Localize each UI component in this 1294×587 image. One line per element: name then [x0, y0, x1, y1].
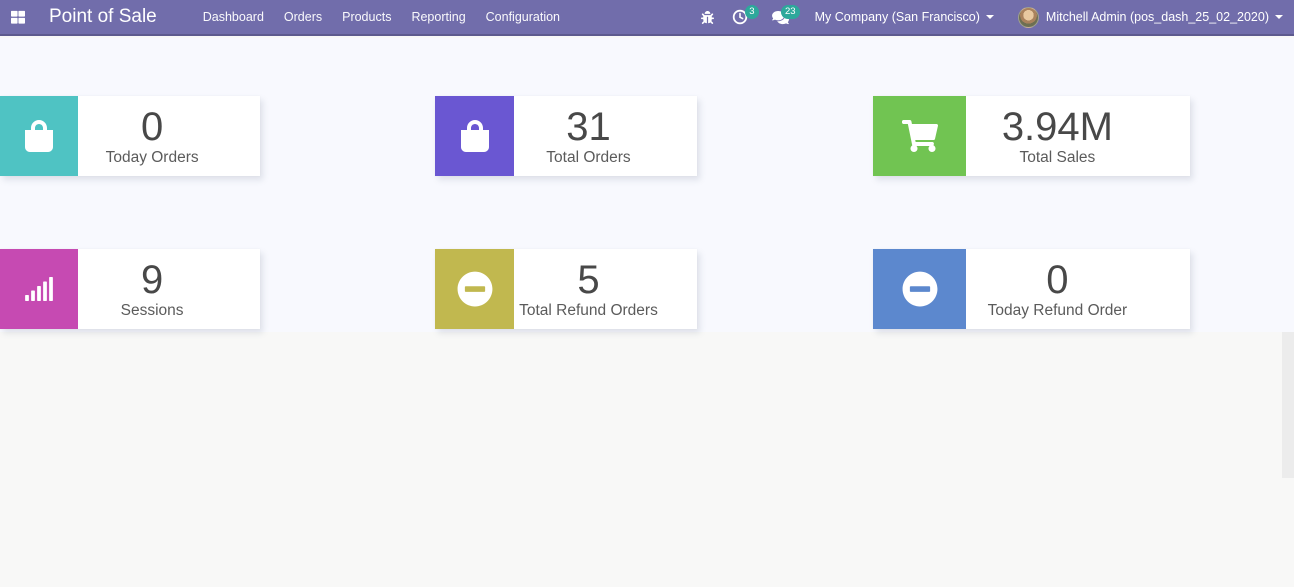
user-name: Mitchell Admin (pos_dash_25_02_2020) [1045, 10, 1269, 24]
shopping-bag-icon [0, 96, 78, 176]
shopping-cart-icon [873, 96, 966, 176]
kpi-card-total-sales[interactable]: 3.94M Total Sales [873, 96, 1190, 176]
kpi-value: 5 [577, 257, 600, 302]
kpi-card-total-orders[interactable]: 31 Total Orders [435, 96, 697, 176]
kpi-card-today-refund-order[interactable]: 0 Today Refund Order [873, 249, 1190, 329]
company-name: My Company (San Francisco) [814, 10, 980, 24]
bug-icon [700, 10, 714, 24]
minus-circle-icon [873, 249, 966, 329]
user-menu[interactable]: Mitchell Admin (pos_dash_25_02_2020) [1009, 0, 1292, 34]
kpi-card-body: 3.94M Total Sales [966, 96, 1190, 176]
kpi-value: 31 [566, 104, 611, 149]
kpi-card-today-orders[interactable]: 0 Today Orders [0, 96, 260, 176]
kpi-label: Today Refund Order [987, 301, 1128, 319]
menu-item-configuration[interactable]: Configuration [476, 0, 570, 34]
navbar-menu: Dashboard Orders Products Reporting Configur… [193, 0, 570, 34]
kpi-card-body: 9 Sessions [78, 249, 260, 329]
vertical-scrollbar[interactable] [1282, 332, 1294, 478]
debug-mode-button[interactable] [692, 0, 723, 34]
menu-item-orders[interactable]: Orders [274, 0, 332, 34]
kpi-value: 9 [140, 257, 164, 302]
apps-menu-button[interactable] [3, 0, 33, 35]
kpi-card-sessions[interactable]: 9 Sessions [0, 249, 260, 329]
kpi-value: 0 [1046, 257, 1069, 302]
kpi-value: 3.94M [1001, 104, 1113, 149]
minus-circle-icon [435, 249, 514, 329]
menu-item-reporting[interactable]: Reporting [401, 0, 475, 34]
kpi-label: Sessions [120, 301, 184, 319]
menu-item-products[interactable]: Products [332, 0, 401, 34]
kpi-label: Total Orders [546, 148, 631, 166]
kpi-card-total-refund-orders[interactable]: 5 Total Refund Orders [435, 249, 697, 329]
signal-bars-icon [0, 249, 78, 329]
kpi-card-body: 0 Today Orders [78, 96, 260, 176]
company-switcher[interactable]: My Company (San Francisco) [806, 0, 1003, 34]
activity-menu-button[interactable]: 3 [723, 0, 759, 34]
messages-menu-button[interactable]: 23 [763, 0, 800, 34]
kpi-label: Total Sales [1019, 148, 1096, 166]
activity-count-badge: 3 [745, 5, 759, 19]
top-navbar: Point of Sale Dashboard Orders Products Rep… [0, 0, 1294, 36]
kpi-card-body: 5 Total Refund Orders [514, 249, 697, 329]
user-avatar [1017, 6, 1039, 28]
shopping-bag-icon [435, 96, 514, 176]
app-brand[interactable]: Point of Sale [49, 6, 157, 28]
kpi-value: 0 [140, 104, 164, 149]
kpi-label: Total Refund Orders [519, 301, 658, 319]
navbar-systray: 3 23 My Company (San Francisco) Mitchell… [692, 0, 1294, 34]
kpi-card-body: 31 Total Orders [514, 96, 697, 176]
chevron-down-icon [985, 15, 994, 19]
apps-grid-icon [11, 10, 25, 24]
chevron-down-icon [1275, 15, 1283, 19]
kpi-card-body: 0 Today Refund Order [966, 249, 1190, 329]
menu-item-dashboard[interactable]: Dashboard [193, 0, 274, 34]
kpi-label: Today Orders [105, 148, 199, 166]
messages-count-badge: 23 [781, 5, 800, 19]
